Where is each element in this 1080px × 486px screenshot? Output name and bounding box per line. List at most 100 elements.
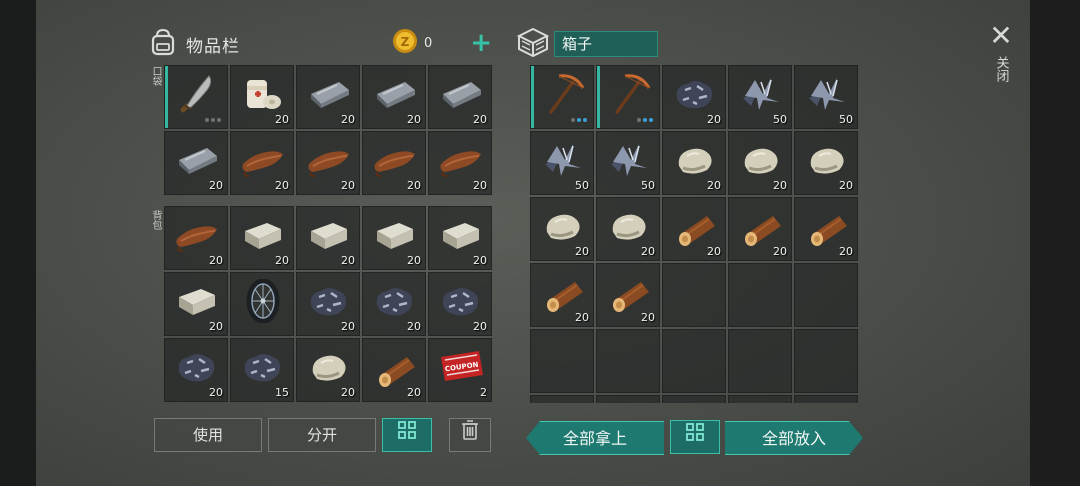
iron-ore-icon <box>173 345 221 389</box>
durability-dots <box>637 118 653 122</box>
box-items-slot-metal-scrap[interactable]: 50 <box>728 65 792 129</box>
box-items-empty-slot[interactable] <box>728 395 792 403</box>
inventory-pocket-slot-machete[interactable] <box>164 65 228 129</box>
put-all-button[interactable]: 全部放入 <box>725 421 863 455</box>
inventory-backpack-slot-iron-ore[interactable]: 20 <box>428 272 492 336</box>
item-quantity: 20 <box>473 320 487 333</box>
box-items-slot-pickaxe[interactable] <box>596 65 660 129</box>
leather-icon <box>371 138 419 182</box>
inventory-pocket-slot-leather[interactable]: 20 <box>428 131 492 195</box>
inventory-pocket-slot-iron-ingot[interactable]: 20 <box>362 65 426 129</box>
box-items-empty-slot[interactable] <box>728 329 792 393</box>
box-grid: 20 50 50 50 50 20 20 20 20 20 20 20 20 20 20 <box>530 65 858 403</box>
item-quantity: 20 <box>407 113 421 126</box>
leather-icon <box>305 138 353 182</box>
add-coins-button[interactable]: + <box>470 30 492 56</box>
box-items-slot-log[interactable]: 20 <box>728 197 792 261</box>
iron-ore-icon <box>305 279 353 323</box>
trash-icon <box>461 419 479 452</box>
box-items-slot-metal-scrap[interactable]: 50 <box>596 131 660 195</box>
inventory-backpack-slot-iron-ore[interactable]: 20 <box>362 272 426 336</box>
item-quantity: 20 <box>773 179 787 192</box>
box-items-empty-slot[interactable] <box>794 263 858 327</box>
item-quantity: 50 <box>575 179 589 192</box>
item-quantity: 20 <box>341 179 355 192</box>
durability-dot <box>649 118 653 122</box>
inventory-backpack-slot-wheel[interactable] <box>230 272 294 336</box>
log-icon <box>803 204 851 248</box>
delete-button[interactable] <box>449 418 491 452</box>
stone-block-icon <box>239 213 287 257</box>
durability-dots <box>571 118 587 122</box>
inventory-pocket-slot-leather[interactable]: 20 <box>362 131 426 195</box>
box-items-empty-slot[interactable] <box>662 263 726 327</box>
item-quantity: 15 <box>275 386 289 399</box>
pickaxe-icon <box>539 72 587 116</box>
use-button[interactable]: 使用 <box>154 418 262 452</box>
close-icon[interactable]: ✕ <box>984 22 1018 50</box>
box-items-empty-slot[interactable] <box>530 329 594 393</box>
box-items-slot-log[interactable]: 20 <box>794 197 858 261</box>
stone-block-icon <box>371 213 419 257</box>
box-header: 箱子 <box>516 26 658 62</box>
inventory-backpack-slot-stone-block[interactable]: 20 <box>428 206 492 270</box>
durability-dot <box>583 118 587 122</box>
item-quantity: 50 <box>773 113 787 126</box>
box-items-slot-stone[interactable]: 20 <box>596 197 660 261</box>
item-quantity: 2 <box>480 386 487 399</box>
box-items-slot-stone[interactable]: 20 <box>530 197 594 261</box>
inventory-pocket-slot-iron-ingot[interactable]: 20 <box>296 65 360 129</box>
inventory-backpack-slot-stone-block[interactable]: 20 <box>296 206 360 270</box>
take-all-button[interactable]: 全部拿上 <box>526 421 664 455</box>
close-control[interactable]: ✕ 关闭 <box>984 22 1018 86</box>
pocket-label: 口袋 <box>150 66 161 86</box>
box-items-slot-metal-scrap[interactable]: 50 <box>530 131 594 195</box>
box-items-empty-slot[interactable] <box>596 395 660 403</box>
box-items-slot-log[interactable]: 20 <box>530 263 594 327</box>
inventory-pocket-slot-bandage[interactable]: 20 <box>230 65 294 129</box>
box-items-slot-stone[interactable]: 20 <box>662 131 726 195</box>
box-items-empty-slot[interactable] <box>794 329 858 393</box>
box-name-field[interactable]: 箱子 <box>554 31 658 57</box>
item-quantity: 20 <box>209 254 223 267</box>
box-items-empty-slot[interactable] <box>794 395 858 403</box>
sort-box-button[interactable] <box>670 420 720 454</box>
box-items-slot-stone[interactable]: 20 <box>794 131 858 195</box>
item-quantity: 20 <box>407 254 421 267</box>
close-label: 关闭 <box>993 56 1009 82</box>
box-items-empty-slot[interactable] <box>662 395 726 403</box>
item-quantity: 20 <box>575 245 589 258</box>
box-items-slot-pickaxe[interactable] <box>530 65 594 129</box>
inventory-pocket-slot-iron-ingot[interactable]: 20 <box>164 131 228 195</box>
coin-icon: Z <box>392 28 418 58</box>
durability-dot <box>211 118 215 122</box>
box-items-empty-slot[interactable] <box>728 263 792 327</box>
inventory-pocket-slot-leather[interactable]: 20 <box>230 131 294 195</box>
durability-dot <box>637 118 641 122</box>
inventory-backpack-slot-iron-ore[interactable]: 20 <box>164 338 228 402</box>
inventory-backpack-slot-coupon[interactable]: COUPON 2 <box>428 338 492 402</box>
inventory-pocket-slot-iron-ingot[interactable]: 20 <box>428 65 492 129</box>
box-items-slot-log[interactable]: 20 <box>662 197 726 261</box>
sort-inventory-button[interactable] <box>382 418 432 452</box>
box-items-slot-iron-ore[interactable]: 20 <box>662 65 726 129</box>
split-button[interactable]: 分开 <box>268 418 376 452</box>
inventory-backpack-slot-log[interactable]: 20 <box>362 338 426 402</box>
box-items-slot-metal-scrap[interactable]: 50 <box>794 65 858 129</box>
inventory-backpack-slot-stone[interactable]: 20 <box>296 338 360 402</box>
inventory-backpack-slot-stone-block[interactable]: 20 <box>230 206 294 270</box>
log-icon <box>371 345 419 389</box>
box-items-empty-slot[interactable] <box>596 329 660 393</box>
inventory-backpack-slot-iron-ore[interactable]: 15 <box>230 338 294 402</box>
item-quantity: 20 <box>707 113 721 126</box>
box-items-slot-log[interactable]: 20 <box>596 263 660 327</box>
inventory-backpack-slot-stone-block[interactable]: 20 <box>362 206 426 270</box>
box-items-empty-slot[interactable] <box>662 329 726 393</box>
inventory-backpack-slot-stone-block[interactable]: 20 <box>164 272 228 336</box>
box-items-slot-stone[interactable]: 20 <box>728 131 792 195</box>
box-items-empty-slot[interactable] <box>530 395 594 403</box>
inventory-backpack-slot-iron-ore[interactable]: 20 <box>296 272 360 336</box>
inventory-pocket-slot-leather[interactable]: 20 <box>296 131 360 195</box>
inventory-backpack-slot-leather[interactable]: 20 <box>164 206 228 270</box>
iron-ingot-icon <box>173 138 221 182</box>
